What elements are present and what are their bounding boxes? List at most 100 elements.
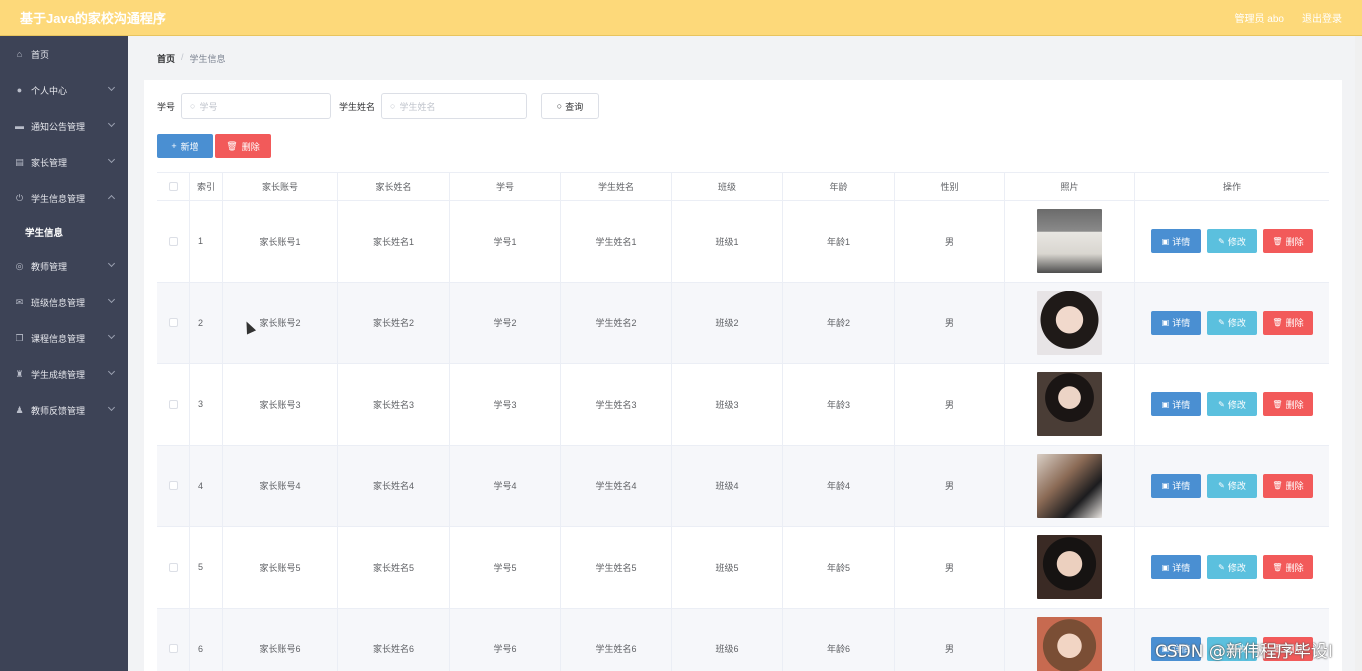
- sidebar-item-student-info[interactable]: ⏻ 学生信息管理: [0, 180, 128, 216]
- header-class: 班级: [672, 173, 783, 200]
- cell-age: 年龄4: [783, 445, 895, 526]
- cell-class: 班级1: [672, 201, 783, 282]
- row-checkbox[interactable]: [168, 481, 178, 491]
- person-icon: ♟: [15, 404, 24, 415]
- cell-parent-name: 家长姓名4: [338, 445, 450, 526]
- student-table: 索引 家长账号 家长姓名 学号 学生姓名 班级 年龄 性别 照片 操作 1 家长…: [157, 172, 1329, 671]
- row-checkbox[interactable]: [168, 318, 178, 328]
- detail-button[interactable]: ▣ 详情: [1151, 555, 1201, 580]
- edit-label: 修改: [1227, 399, 1246, 410]
- search-icon: ○: [390, 101, 396, 111]
- cell-class: 班级4: [672, 445, 783, 526]
- power-icon: ⏻: [15, 192, 24, 203]
- detail-button[interactable]: ▣ 详情: [1151, 473, 1201, 498]
- cell-gender: 男: [895, 364, 1005, 445]
- student-no-label: 学号: [157, 101, 176, 112]
- edit-button[interactable]: ✎ 修改: [1207, 229, 1257, 254]
- cell-gender: 男: [895, 608, 1005, 671]
- document-icon: ▣: [1161, 562, 1170, 572]
- cell-parent-name: 家长姓名2: [338, 282, 450, 363]
- briefcase-icon: ▬: [15, 121, 24, 131]
- edit-button[interactable]: ✎ 修改: [1207, 473, 1257, 498]
- cell-age: 年龄6: [783, 608, 895, 671]
- delete-label: 删除: [1285, 236, 1304, 247]
- document-icon: ▣: [1161, 481, 1170, 491]
- delete-button[interactable]: 🗑 删除: [1263, 229, 1313, 254]
- sidebar-item-personal-center[interactable]: ● 个人中心: [0, 72, 128, 108]
- breadcrumb-current: 学生信息: [189, 54, 226, 64]
- watermark: CSDN @新伟程序毕设I: [1155, 642, 1333, 662]
- trash-icon: 🗑: [1272, 562, 1283, 572]
- cell-index: 5: [190, 527, 223, 608]
- row-checkbox[interactable]: [168, 236, 178, 246]
- sidebar-item-grades[interactable]: ♜ 学生成绩管理: [0, 356, 128, 392]
- row-actions: ▣ 详情 ✎ 修改 🗑 删除: [1151, 392, 1313, 417]
- cell-actions: ▣ 详情 ✎ 修改 🗑 删除: [1135, 283, 1329, 364]
- plus-icon: +: [171, 141, 177, 151]
- cell-index: 1: [190, 201, 223, 282]
- sidebar-item-label: 教师管理: [31, 261, 68, 272]
- detail-button[interactable]: ▣ 详情: [1151, 310, 1201, 335]
- row-checkbox[interactable]: [168, 562, 178, 572]
- cell-student-name: 学生姓名5: [561, 527, 672, 608]
- query-button[interactable]: ○ 查询: [541, 93, 600, 119]
- sidebar-item-label: 班级信息管理: [31, 297, 86, 308]
- delete-button[interactable]: 🗑 删除: [1263, 555, 1313, 580]
- sidebar-item-notice[interactable]: ▬ 通知公告管理: [0, 108, 128, 144]
- cell-photo: [1005, 608, 1135, 671]
- student-photo[interactable]: [1037, 616, 1102, 671]
- select-all-checkbox[interactable]: [168, 182, 178, 191]
- header-age: 年龄: [783, 173, 895, 200]
- sidebar-subitem-student-info[interactable]: 学生信息: [0, 216, 128, 248]
- row-checkbox[interactable]: [168, 399, 178, 409]
- cell-age: 年龄3: [783, 364, 895, 445]
- edit-button[interactable]: ✎ 修改: [1207, 310, 1257, 335]
- student-photo[interactable]: [1037, 453, 1102, 518]
- student-photo[interactable]: [1037, 372, 1102, 437]
- sidebar-item-teachers[interactable]: ◎ 教师管理: [0, 248, 128, 284]
- cell-index: 2: [190, 282, 223, 363]
- header-photo: 照片: [1005, 173, 1135, 200]
- delete-label: 删除: [1285, 399, 1304, 410]
- header-student-name: 学生姓名: [561, 173, 672, 200]
- cell-photo: [1005, 527, 1135, 608]
- logout-link[interactable]: 退出登录: [1302, 10, 1342, 25]
- student-name-input[interactable]: ○ 学生姓名: [381, 93, 528, 119]
- detail-button[interactable]: ▣ 详情: [1151, 392, 1201, 417]
- row-actions: ▣ 详情 ✎ 修改 🗑 删除: [1151, 555, 1313, 580]
- sidebar-item-parents[interactable]: ▤ 家长管理: [0, 144, 128, 180]
- edit-label: 修改: [1227, 481, 1246, 492]
- main-content: 首页 / 学生信息 学号 ○ 学号 学生姓名 ○ 学生姓名 ○ 查询 + 新增: [128, 36, 1362, 671]
- batch-delete-button[interactable]: 🗑 删除: [215, 134, 271, 158]
- cell-student-no: 学号6: [450, 608, 561, 671]
- edit-button[interactable]: ✎ 修改: [1207, 392, 1257, 417]
- pencil-icon: ✎: [1218, 318, 1225, 328]
- delete-button[interactable]: 🗑 删除: [1263, 392, 1313, 417]
- student-photo[interactable]: [1037, 290, 1102, 355]
- student-photo[interactable]: [1037, 535, 1102, 600]
- sidebar-item-label: 个人中心: [31, 85, 68, 96]
- student-no-input[interactable]: ○ 学号: [181, 93, 332, 119]
- pencil-icon: ✎: [1218, 562, 1225, 572]
- student-photo[interactable]: [1037, 209, 1102, 274]
- trophy-icon: ♜: [15, 368, 24, 379]
- cell-class: 班级3: [672, 364, 783, 445]
- add-button[interactable]: + 新增: [157, 134, 213, 158]
- delete-button[interactable]: 🗑 删除: [1263, 310, 1313, 335]
- page-scrollbar[interactable]: [1355, 36, 1362, 671]
- row-checkbox[interactable]: [168, 644, 178, 654]
- sidebar-item-feedback[interactable]: ♟ 教师反馈管理: [0, 392, 128, 428]
- student-name-label: 学生姓名: [339, 101, 376, 112]
- delete-button[interactable]: 🗑 删除: [1263, 473, 1313, 498]
- sidebar-item-courses[interactable]: ❐ 课程信息管理: [0, 320, 128, 356]
- top-bar: 基于Java的家校沟通程序 管理员 abo 退出登录: [0, 0, 1362, 36]
- detail-button[interactable]: ▣ 详情: [1151, 229, 1201, 254]
- breadcrumb-home[interactable]: 首页: [157, 52, 175, 65]
- row-select-cell: [157, 201, 190, 282]
- cell-student-no: 学号4: [450, 445, 561, 526]
- sidebar-item-home[interactable]: ⌂ 首页: [0, 36, 128, 72]
- row-select-cell: [157, 527, 190, 608]
- edit-button[interactable]: ✎ 修改: [1207, 555, 1257, 580]
- cell-student-no: 学号3: [450, 364, 561, 445]
- sidebar-item-classes[interactable]: ✉ 班级信息管理: [0, 284, 128, 320]
